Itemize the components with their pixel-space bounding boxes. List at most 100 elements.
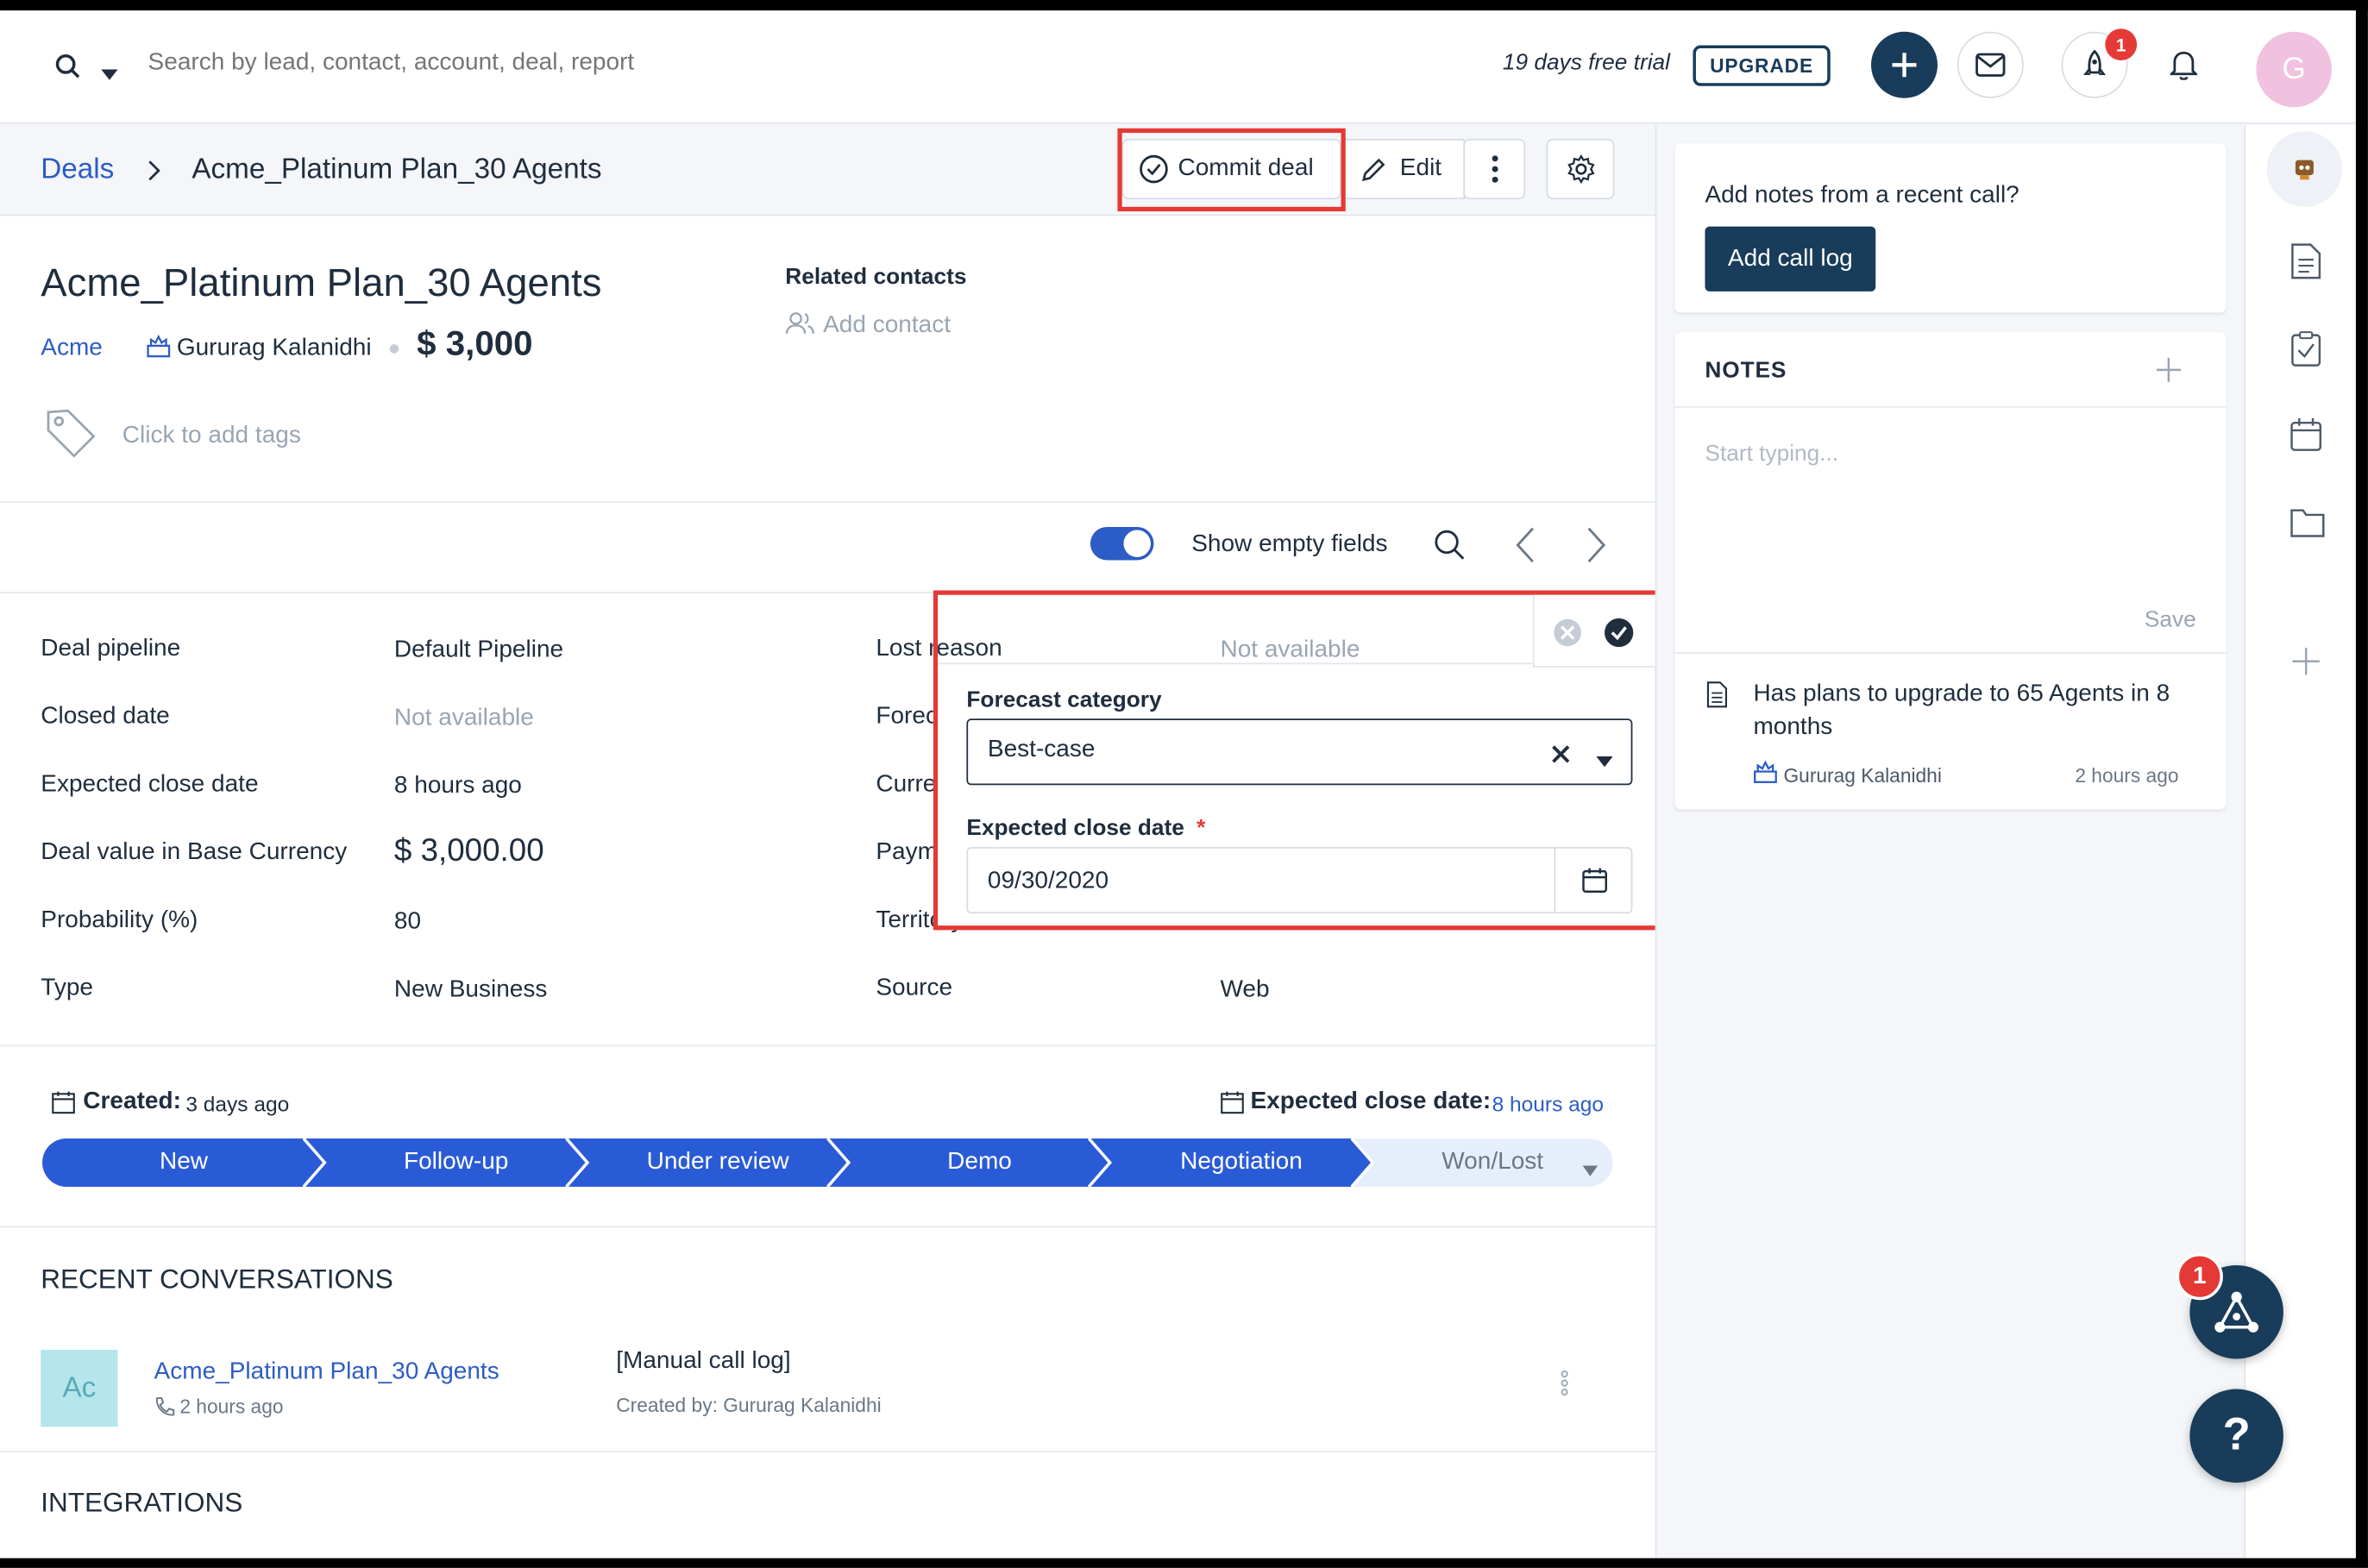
global-search-input[interactable] [148,43,933,84]
date-picker-button[interactable] [1554,848,1632,913]
cancel-edit-icon[interactable] [1553,618,1583,655]
add-call-log-button[interactable]: Add call log [1705,226,1876,292]
note-time: 2 hours ago [2075,763,2179,787]
add-widget-icon[interactable] [2291,646,2321,684]
upgrade-button[interactable]: UPGRADE [1693,45,1831,86]
frame-border-right [2355,0,2368,1568]
stage-label: Demo [947,1149,1012,1175]
expected-close-date-label-text: Expected close date [966,815,1184,842]
field-value-deal-value-base[interactable]: $ 3,000.00 [394,833,544,869]
notes-card: NOTES Start typing... Save Has plans to … [1674,332,2227,810]
stage-follow-up[interactable]: Follow-up [304,1138,587,1187]
divider [0,1451,1655,1453]
notifications-button[interactable] [2150,31,2217,98]
search-scope-caret-icon[interactable] [101,60,118,88]
search-icon[interactable] [54,53,82,87]
note-input[interactable]: Start typing... [1705,441,1838,467]
conversation-title-link[interactable]: Acme_Platinum Plan_30 Agents [154,1359,499,1387]
folder-icon[interactable] [2289,505,2326,546]
divider [0,1226,1655,1228]
app-logo-icon[interactable] [2266,131,2343,207]
field-value-expected-close-date[interactable]: 8 hours ago [394,773,522,800]
field-value-closed-date[interactable]: Not available [394,706,534,733]
help-float-button[interactable]: ? [2189,1389,2283,1483]
field-search-icon[interactable] [1433,529,1467,569]
note-document-icon [1706,681,1728,716]
stage-label: Won/Lost [1442,1149,1544,1175]
deal-title: Acme_Platinum Plan_30 Agents [41,260,602,305]
stage-dropdown-caret-icon[interactable] [1582,1157,1599,1184]
show-empty-fields-label: Show empty fields [1191,531,1388,557]
edit-button[interactable]: Edit [1341,139,1466,200]
field-value-source[interactable]: Web [1220,977,1269,1005]
rocket-icon [2083,49,2107,76]
stage-under-review[interactable]: Under review [565,1138,849,1187]
field-value-type[interactable]: New Business [394,977,547,1005]
breadcrumb-chevron-icon [147,159,162,191]
show-empty-fields-toggle[interactable] [1090,526,1154,561]
stage-label: Follow-up [403,1149,509,1175]
next-chevron-icon[interactable] [1586,525,1607,572]
expected-close-value: 8 hours ago [1492,1091,1605,1116]
stage-separator [562,1137,590,1189]
assistant-notification-badge: 1 [2176,1252,2223,1301]
contacts-icon [785,311,815,343]
previous-chevron-icon[interactable] [1515,525,1536,572]
popup-top-divider [938,662,1533,665]
breadcrumb-deals-link[interactable]: Deals [41,154,114,188]
calendar-icon[interactable] [2289,417,2323,461]
forecast-category-label: Forecast category [966,687,1162,713]
expected-close-label: Expected close date: [1250,1088,1492,1114]
stage-won-lost[interactable]: Won/Lost [1351,1138,1613,1187]
confirm-edit-icon[interactable] [1604,618,1634,655]
call-log-prompt: Add notes from a recent call? [1705,182,2019,209]
quick-add-button[interactable] [1870,31,1938,98]
note-author-icon [1753,760,1777,792]
field-label-probability: Probability (%) [41,907,198,933]
stage-new[interactable]: New [42,1138,325,1187]
forecast-category-select[interactable]: Best-case [966,718,1633,786]
field-value-deal-pipeline[interactable]: Default Pipeline [394,637,563,665]
toggle-knob [1123,530,1151,557]
expected-close-date-label: Expected close date * [966,815,1205,841]
call-log-card: Add notes from a recent call? Add call l… [1674,143,2227,313]
stage-separator [825,1137,852,1189]
deal-amount: $ 3,000 [417,323,533,363]
stage-separator [301,1137,329,1189]
account-link[interactable]: Acme [41,336,103,363]
integrations-heading: INTEGRATIONS [41,1487,243,1518]
note-text[interactable]: Has plans to upgrade to 65 Agents in 8 m… [1753,678,2206,744]
add-note-icon[interactable] [2155,356,2183,391]
dropdown-caret-icon[interactable] [1596,748,1613,775]
deal-stage-pipeline: New Follow-up Under review Demo Negotiation W… [42,1137,1613,1189]
document-icon[interactable] [2289,243,2323,287]
task-checklist-icon[interactable] [2289,330,2323,374]
forecast-category-value: Best-case [987,737,1096,763]
bell-icon [2170,51,2198,80]
stage-negotiation[interactable]: Negotiation [1089,1138,1372,1187]
stage-demo[interactable]: Demo [827,1138,1111,1187]
add-contact-link[interactable]: Add contact [823,312,951,340]
frame-border-top [0,0,2368,11]
mail-button[interactable] [1957,31,2024,98]
note-author: Gururag Kalanidhi [1783,763,1942,787]
user-avatar[interactable]: G [2256,31,2332,108]
commit-deal-highlight [1117,128,1346,212]
right-side-panel: Add notes from a recent call? Add call l… [1655,125,2245,1559]
stage-label: Negotiation [1180,1149,1303,1175]
more-actions-button[interactable] [1463,139,1526,200]
created-value: 3 days ago [185,1091,290,1116]
field-value-probability[interactable]: 80 [394,909,421,937]
rocket-notification-badge: 1 [2105,28,2138,61]
clear-selection-icon[interactable] [1551,744,1571,772]
edit-label: Edit [1399,155,1442,182]
conversation-more-icon[interactable] [1560,1370,1569,1404]
deal-settings-button[interactable] [1546,139,1615,200]
deal-header-bar: Deals Acme_Platinum Plan_30 Agents Commi… [0,125,1655,216]
save-note-button[interactable]: Save [2145,607,2196,633]
add-tags-placeholder[interactable]: Click to add tags [122,423,301,450]
notes-divider [1674,652,2227,655]
created-label: Created: [83,1088,181,1114]
expected-close-date-input[interactable]: 09/30/2020 [966,847,1633,914]
field-label-closed-date: Closed date [41,703,170,730]
